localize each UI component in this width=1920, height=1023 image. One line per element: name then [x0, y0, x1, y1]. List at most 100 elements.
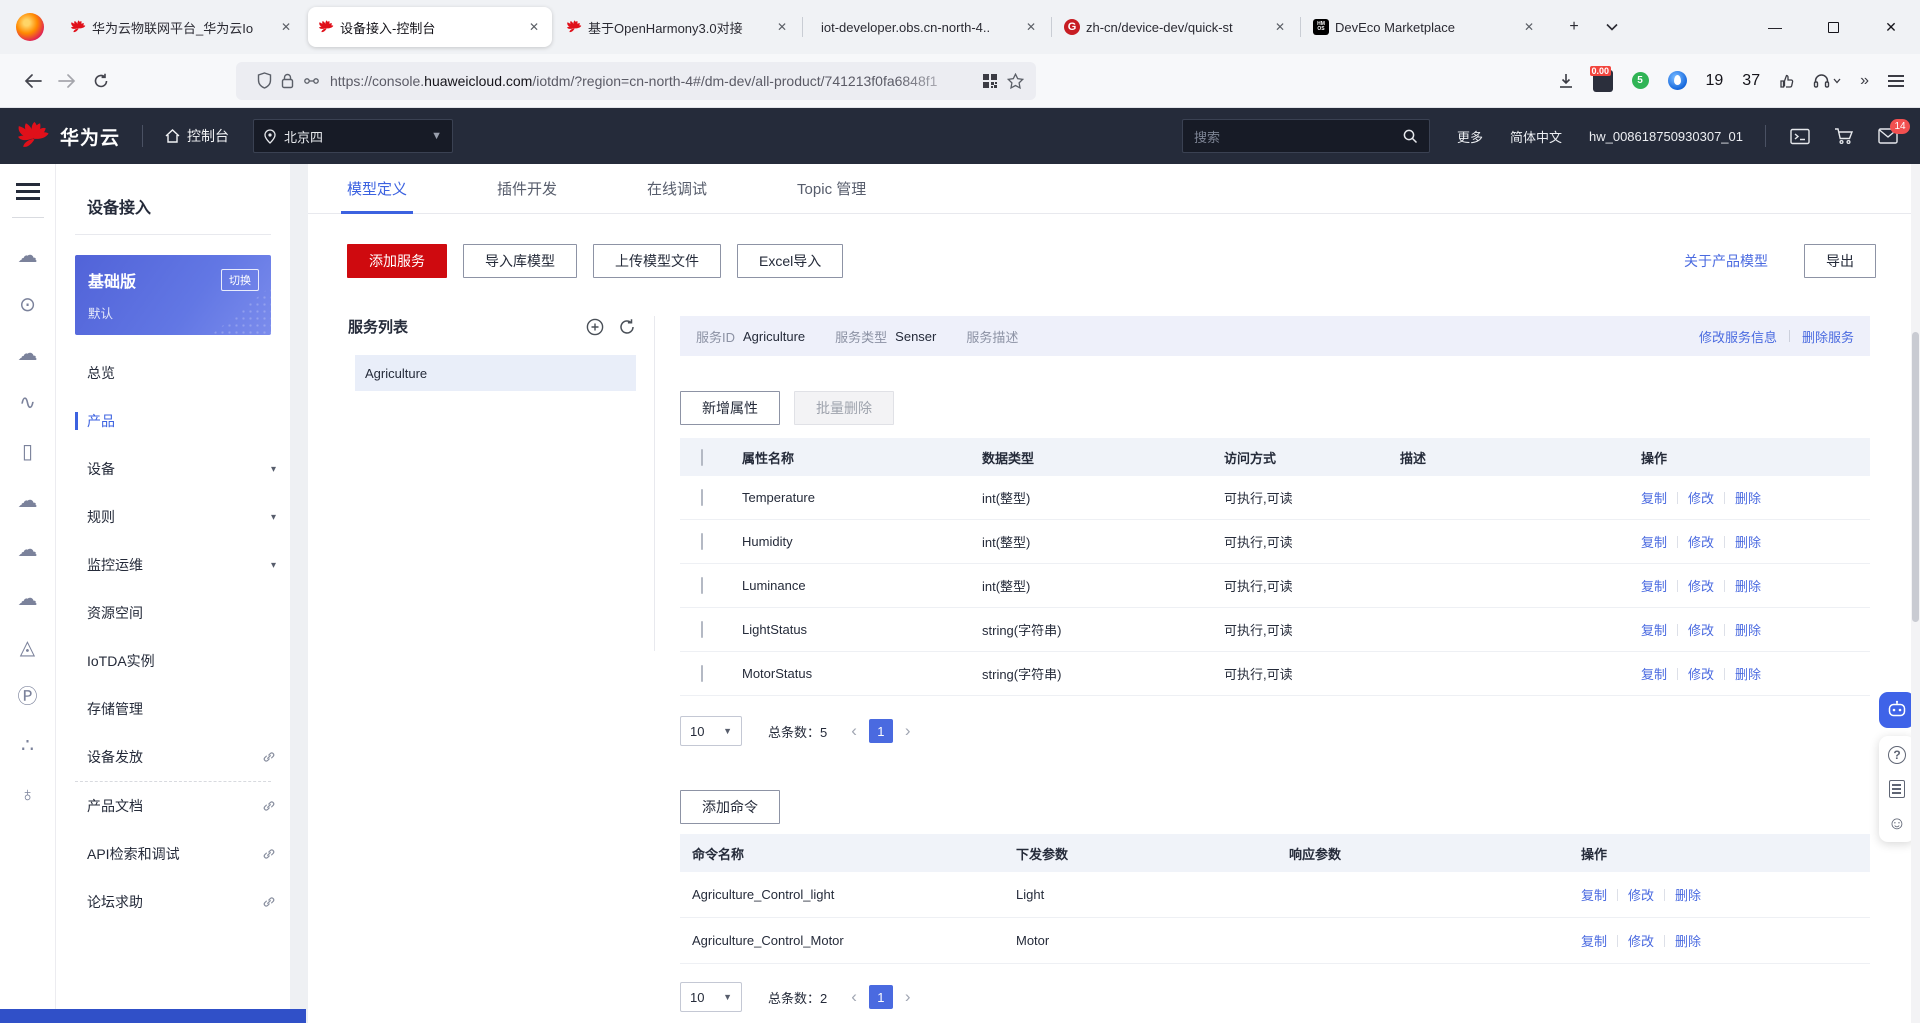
tab-close-icon[interactable]: ✕ — [1272, 20, 1288, 34]
back-button[interactable] — [16, 64, 50, 98]
browser-tab-6[interactable]: HM OS DevEco Marketplace ✕ — [1303, 7, 1547, 47]
select-all-checkbox[interactable] — [701, 448, 703, 466]
url-address-field[interactable]: https://console.huaweicloud.com/iotdm/?r… — [236, 61, 1036, 100]
edit-link[interactable]: 修改 — [1688, 664, 1714, 683]
sidebar-item-iotda-instance[interactable]: IoTDA实例 — [56, 637, 290, 685]
edit-link[interactable]: 修改 — [1688, 576, 1714, 595]
smiley-icon[interactable]: ☺ — [1888, 814, 1906, 832]
shield-icon[interactable] — [257, 72, 272, 89]
new-tab-button[interactable]: + — [1559, 12, 1589, 42]
tab-list-chevron-icon[interactable] — [1597, 12, 1627, 42]
refresh-icon[interactable] — [618, 318, 636, 336]
firefox-menu-icon[interactable] — [16, 13, 44, 41]
waves-icon[interactable]: ∿ — [19, 392, 36, 414]
sidebar-item-api-explorer[interactable]: API检索和调试 — [56, 830, 290, 878]
cloud-server-icon[interactable]: ☁ — [18, 245, 38, 267]
region-selector[interactable]: 北京四 ▼ — [253, 119, 454, 153]
browser-tab-3[interactable]: 基于OpenHarmony3.0对接 ✕ — [556, 7, 800, 47]
excel-import-button[interactable]: Excel导入 — [737, 244, 844, 278]
row-checkbox[interactable] — [701, 577, 703, 594]
tab-close-icon[interactable]: ✕ — [1521, 20, 1537, 34]
qr-code-icon[interactable] — [982, 73, 998, 89]
add-service-button[interactable]: 添加服务 — [347, 244, 447, 278]
cloud-upload-icon[interactable]: ☁ — [18, 539, 38, 561]
help-icon[interactable]: ? — [1888, 746, 1906, 764]
permissions-icon[interactable] — [303, 75, 320, 87]
delete-link[interactable]: 删除 — [1675, 885, 1701, 904]
sidebar-item-devices[interactable]: 设备 ▾ — [56, 445, 290, 493]
delete-link[interactable]: 删除 — [1675, 931, 1701, 950]
copy-link[interactable]: 复制 — [1641, 664, 1667, 683]
console-search-input[interactable]: 搜索 — [1181, 119, 1430, 153]
next-page-icon[interactable]: › — [905, 987, 911, 1007]
page-number-active[interactable]: 1 — [868, 719, 893, 743]
more-menu[interactable]: 更多 — [1457, 127, 1483, 146]
feedback-form-icon[interactable] — [1889, 780, 1905, 798]
cluster-icon[interactable]: ∴ — [21, 735, 34, 757]
browser-tab-1[interactable]: 华为云物联网平台_华为云Io ✕ — [60, 7, 304, 47]
sidebar-item-product-docs[interactable]: 产品文档 — [56, 782, 290, 830]
delete-service-link[interactable]: 删除服务 — [1802, 327, 1854, 346]
browser-menu-icon[interactable] — [1888, 79, 1904, 82]
blue-extension-icon[interactable] — [1667, 71, 1687, 90]
add-service-circle-icon[interactable] — [586, 318, 604, 336]
copy-link[interactable]: 复制 — [1641, 576, 1667, 595]
copy-link[interactable]: 复制 — [1641, 620, 1667, 639]
cloud-lines-icon[interactable]: ☁ — [18, 343, 38, 365]
window-maximize-button[interactable] — [1804, 0, 1862, 54]
console-home-link[interactable]: 控制台 — [165, 126, 229, 146]
scrollbar-thumb[interactable] — [1912, 332, 1919, 622]
green-extension-icon[interactable]: 5 — [1631, 72, 1649, 89]
downloads-icon[interactable] — [1558, 73, 1574, 89]
edit-link[interactable]: 修改 — [1628, 885, 1654, 904]
sidebar-item-device-provisioning[interactable]: 设备发放 — [56, 733, 290, 781]
copy-link[interactable]: 复制 — [1581, 931, 1607, 950]
delete-link[interactable]: 删除 — [1735, 488, 1761, 507]
cloud-icon[interactable]: ☁ — [18, 490, 38, 512]
window-close-button[interactable]: ✕ — [1862, 0, 1920, 54]
tab-plugin-development[interactable]: 插件开发 — [497, 164, 557, 213]
sidebar-item-forum-help[interactable]: 论坛求助 — [56, 878, 290, 926]
terminal-icon[interactable] — [1790, 128, 1810, 145]
tab-close-icon[interactable]: ✕ — [1023, 20, 1039, 34]
delete-link[interactable]: 删除 — [1735, 664, 1761, 683]
extension-count-badge[interactable]: 37 — [1742, 72, 1760, 90]
cloud-check-icon[interactable]: ☁ — [18, 588, 38, 610]
row-checkbox[interactable] — [701, 489, 703, 506]
edit-service-link[interactable]: 修改服务信息 — [1699, 327, 1777, 346]
row-checkbox[interactable] — [701, 533, 703, 550]
browser-tab-active[interactable]: 设备接入-控制台 ✕ — [308, 7, 552, 47]
export-button[interactable]: 导出 — [1804, 244, 1876, 278]
page-scrollbar[interactable] — [1911, 164, 1920, 1023]
tab-online-debugging[interactable]: 在线调试 — [647, 164, 707, 213]
row-checkbox[interactable] — [701, 665, 703, 682]
drone-icon[interactable]: ◬ — [20, 637, 35, 659]
tab-close-icon[interactable]: ✕ — [774, 20, 790, 34]
service-list-item[interactable]: Agriculture — [355, 355, 636, 391]
tab-model-definition[interactable]: 模型定义 — [340, 164, 414, 214]
page-size-select[interactable]: 10 ▼ — [680, 982, 742, 1012]
tab-close-icon[interactable]: ✕ — [278, 20, 294, 34]
sidebar-item-rules[interactable]: 规则 ▾ — [56, 493, 290, 541]
edit-link[interactable]: 修改 — [1688, 488, 1714, 507]
edition-switch-button[interactable]: 切换 — [221, 269, 259, 291]
reload-button[interactable] — [84, 64, 118, 98]
prev-page-icon[interactable]: ‹ — [851, 721, 857, 741]
delete-link[interactable]: 删除 — [1735, 620, 1761, 639]
globe-icon[interactable]: ♁ — [20, 784, 35, 806]
prev-page-icon[interactable]: ‹ — [851, 987, 857, 1007]
copy-link[interactable]: 复制 — [1581, 885, 1607, 904]
edit-link[interactable]: 修改 — [1688, 620, 1714, 639]
copy-link[interactable]: 复制 — [1641, 488, 1667, 507]
sidebar-item-products[interactable]: 产品 — [56, 397, 290, 445]
page-size-select[interactable]: 10 ▼ — [680, 716, 742, 746]
row-checkbox[interactable] — [701, 621, 703, 638]
tab-close-icon[interactable]: ✕ — [526, 20, 542, 34]
headset-icon[interactable] — [1813, 73, 1841, 89]
wallet-extension-icon[interactable]: 0.00 — [1589, 65, 1613, 92]
upload-model-file-button[interactable]: 上传模型文件 — [593, 244, 721, 278]
delete-link[interactable]: 删除 — [1735, 532, 1761, 551]
forward-button[interactable] — [50, 64, 84, 98]
import-library-model-button[interactable]: 导入库模型 — [463, 244, 577, 278]
extension-count-badge[interactable]: 19 — [1706, 72, 1724, 90]
